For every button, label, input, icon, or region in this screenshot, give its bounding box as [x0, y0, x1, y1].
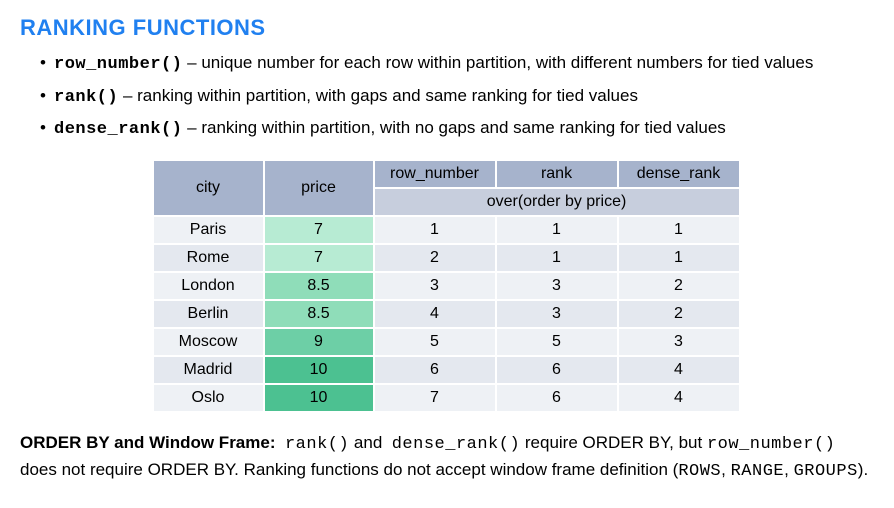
table-row: Oslo10764	[154, 384, 740, 412]
bullet-rank: rank() – ranking within partition, with …	[40, 84, 874, 111]
table-cell: 1	[374, 216, 496, 244]
bullet-row-number: row_number() – unique number for each ro…	[40, 51, 874, 78]
table-cell: 7	[374, 384, 496, 412]
footnote-lead: ORDER BY and Window Frame:	[20, 433, 276, 452]
footnote-code: dense_rank()	[392, 435, 520, 454]
table-row: London8.5332	[154, 272, 740, 300]
table-cell: 2	[618, 272, 740, 300]
table-cell: 3	[496, 300, 618, 328]
table-cell: Paris	[154, 216, 264, 244]
table-row: Rome7211	[154, 244, 740, 272]
ranking-table: city price row_number rank dense_rank ov…	[154, 161, 741, 413]
header-rank: rank	[496, 161, 618, 188]
table-cell: 9	[264, 328, 374, 356]
ranking-table-container: city price row_number rank dense_rank ov…	[20, 161, 874, 413]
footnote-code: RANGE	[731, 462, 785, 481]
header-dense-rank: dense_rank	[618, 161, 740, 188]
table-cell: 1	[496, 244, 618, 272]
table-cell: 5	[374, 328, 496, 356]
table-cell: 1	[618, 216, 740, 244]
fn-name: dense_rank()	[54, 120, 182, 139]
fn-desc: – ranking within partition, with no gaps…	[182, 118, 725, 137]
table-cell: 5	[496, 328, 618, 356]
table-cell: 1	[618, 244, 740, 272]
table-cell: 8.5	[264, 300, 374, 328]
fn-desc: – unique number for each row within part…	[182, 53, 813, 72]
table-row: Madrid10664	[154, 356, 740, 384]
table-cell: 10	[264, 384, 374, 412]
ranking-table-body: Paris7111Rome7211London8.5332Berlin8.543…	[154, 216, 740, 412]
footnote-text: ).	[858, 460, 868, 479]
table-cell: 8.5	[264, 272, 374, 300]
table-cell: 3	[496, 272, 618, 300]
table-row: Moscow9553	[154, 328, 740, 356]
section-heading: RANKING FUNCTIONS	[20, 15, 874, 41]
table-cell: Madrid	[154, 356, 264, 384]
table-cell: 2	[618, 300, 740, 328]
table-cell: 4	[618, 384, 740, 412]
table-cell: 6	[374, 356, 496, 384]
table-cell: 3	[374, 272, 496, 300]
footnote-code: row_number()	[707, 435, 835, 454]
header-over-clause: over(order by price)	[374, 188, 740, 216]
bullet-dense-rank: dense_rank() – ranking within partition,…	[40, 116, 874, 143]
table-row: Paris7111	[154, 216, 740, 244]
footnote-text: ,	[784, 460, 793, 479]
header-price: price	[264, 161, 374, 216]
footnote: ORDER BY and Window Frame: rank() and de…	[20, 431, 874, 484]
footnote-code: rank()	[285, 435, 349, 454]
footnote-text: require ORDER BY, but	[520, 433, 707, 452]
table-cell: 6	[496, 384, 618, 412]
table-cell: 4	[618, 356, 740, 384]
table-cell: Moscow	[154, 328, 264, 356]
footnote-text: does not require ORDER BY. Ranking funct…	[20, 460, 678, 479]
fn-name: row_number()	[54, 55, 182, 74]
footnote-text: ,	[721, 460, 730, 479]
table-cell: Berlin	[154, 300, 264, 328]
table-row: Berlin8.5432	[154, 300, 740, 328]
footnote-code: GROUPS	[794, 462, 858, 481]
fn-desc: – ranking within partition, with gaps an…	[118, 86, 638, 105]
table-cell: 3	[618, 328, 740, 356]
header-city: city	[154, 161, 264, 216]
table-cell: Oslo	[154, 384, 264, 412]
footnote-text: and	[349, 433, 387, 452]
table-cell: 6	[496, 356, 618, 384]
table-cell: London	[154, 272, 264, 300]
header-row-number: row_number	[374, 161, 496, 188]
table-cell: 10	[264, 356, 374, 384]
fn-name: rank()	[54, 88, 118, 107]
table-cell: 4	[374, 300, 496, 328]
function-bullet-list: row_number() – unique number for each ro…	[40, 51, 874, 143]
table-cell: 7	[264, 216, 374, 244]
footnote-code: ROWS	[678, 462, 721, 481]
table-cell: 7	[264, 244, 374, 272]
table-cell: Rome	[154, 244, 264, 272]
table-cell: 1	[496, 216, 618, 244]
table-cell: 2	[374, 244, 496, 272]
